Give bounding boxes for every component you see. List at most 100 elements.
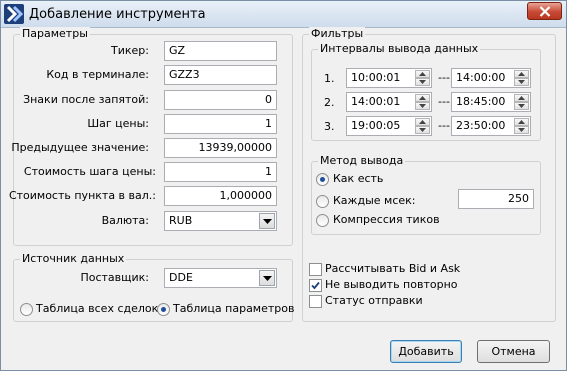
arrow-down-icon [419,80,426,84]
interval-2-to-spinner[interactable] [514,94,529,110]
spin-up-button[interactable] [514,70,529,78]
arrow-up-icon [518,96,525,100]
radio-all-trades[interactable] [20,303,33,316]
interval-3-dash: --- [438,119,450,132]
interval-3-from[interactable]: 19:00:05 [346,116,432,136]
close-icon [539,6,551,17]
close-button[interactable] [527,2,562,20]
window-title: Добавление инструмента [29,7,206,22]
radio-all-trades-label[interactable]: Таблица всех сделок [36,302,158,316]
radio-compress-label[interactable]: Компрессия тиков [333,213,440,227]
point-cost-label: Стоимость пункта в вал.: [8,189,156,202]
arrow-down-icon [419,104,426,108]
prev-value-label: Предыдущее значение: [11,141,149,154]
arrow-up-icon [419,120,426,124]
spin-up-button[interactable] [415,118,430,126]
radio-params-table-label[interactable]: Таблица параметров [173,302,294,316]
spin-up-button[interactable] [514,94,529,102]
interval-2-to-value: 18:45:00 [456,95,506,108]
no-repeat-checkbox[interactable] [309,279,322,292]
radio-compress[interactable] [316,214,329,227]
interval-3-to-spinner[interactable] [514,118,529,134]
step-cost-input[interactable]: 1 [164,162,277,182]
step-cost-label: Стоимость шага цены: [23,165,156,178]
add-button[interactable]: Добавить [390,340,462,363]
interval-3-from-value: 19:00:05 [351,119,401,132]
radio-as-is-label[interactable]: Как есть [333,172,383,186]
currency-label: Валюта: [101,214,149,227]
term-code-input[interactable]: GZZ3 [164,65,277,85]
interval-2-dash: --- [438,95,450,108]
no-repeat-label[interactable]: Не выводить повторно [325,278,458,292]
chevron-down-icon [263,219,272,224]
interval-2-from-spinner[interactable] [415,94,430,110]
dialog-window: Добавление инструмента Параметры Тикер: … [0,0,567,371]
cancel-button[interactable]: Отмена [477,340,550,363]
arrow-down-icon [518,80,525,84]
step-input[interactable]: 1 [164,114,277,134]
spin-down-button[interactable] [415,102,430,110]
radio-every-ms[interactable] [316,195,329,208]
arrow-up-icon [419,72,426,76]
ticker-input[interactable]: GZ [164,41,277,61]
spin-down-button[interactable] [514,102,529,110]
arrow-up-icon [518,72,525,76]
interval-1-to-spinner[interactable] [514,70,529,86]
interval-1-from-value: 10:00:01 [351,71,401,84]
interval-1-to-value: 14:00:00 [456,71,506,84]
send-status-checkbox[interactable] [309,295,322,308]
every-ms-input[interactable]: 250 [458,189,534,209]
checkmark-icon [311,281,320,290]
interval-1-dash: --- [438,71,450,84]
decimals-label: Знаки после запятой: [23,93,149,106]
spin-down-button[interactable] [514,78,529,86]
interval-2-from-value: 14:00:01 [351,95,401,108]
interval-3-from-spinner[interactable] [415,118,430,134]
bid-ask-checkbox[interactable] [309,263,322,276]
send-status-label[interactable]: Статус отправки [325,294,423,308]
spin-up-button[interactable] [415,70,430,78]
provider-dropdown-button[interactable] [259,270,275,286]
term-code-label: Код в терминале: [46,68,149,81]
chevron-down-icon [263,276,272,281]
currency-value: RUB [169,214,193,227]
spin-down-button[interactable] [514,126,529,134]
radio-every-ms-label[interactable]: Каждые мсек: [333,194,415,208]
intervals-group-title: Интервалы вывода данных [318,42,481,56]
provider-value: DDE [169,271,193,284]
bid-ask-label[interactable]: Рассчитывать Bid и Ask [325,262,460,276]
spin-up-button[interactable] [415,94,430,102]
interval-row-3-num: 3. [324,120,335,133]
point-cost-input[interactable]: 1,000000 [164,186,277,206]
interval-row-2-num: 2. [324,96,335,109]
decimals-input[interactable]: 0 [164,90,277,110]
filters-group-title: Фильтры [309,27,366,41]
currency-dropdown-button[interactable] [259,213,275,229]
spin-down-button[interactable] [415,126,430,134]
provider-label: Поставщик: [80,271,149,284]
title-bar[interactable]: Добавление инструмента [1,1,566,28]
radio-as-is[interactable] [316,173,329,186]
step-label: Шаг цены: [87,117,149,130]
interval-1-from[interactable]: 10:00:01 [346,68,432,88]
interval-2-from[interactable]: 14:00:01 [346,92,432,112]
currency-select[interactable]: RUB [164,211,277,231]
spin-down-button[interactable] [415,78,430,86]
prev-value-input[interactable]: 13939,00000 [164,138,277,158]
source-group-title: Источник данных [20,252,127,266]
arrow-up-icon [419,96,426,100]
radio-params-table[interactable] [157,303,170,316]
interval-1-from-spinner[interactable] [415,70,430,86]
interval-1-to[interactable]: 14:00:00 [451,68,531,88]
arrow-down-icon [419,128,426,132]
app-chevron-icon [4,4,24,24]
provider-select[interactable]: DDE [164,268,277,288]
spin-up-button[interactable] [514,118,529,126]
interval-3-to-value: 23:50:00 [456,119,506,132]
interval-2-to[interactable]: 18:45:00 [451,92,531,112]
method-group-title: Метод вывода [318,154,406,168]
interval-row-1-num: 1. [324,72,335,85]
interval-3-to[interactable]: 23:50:00 [451,116,531,136]
params-group-title: Параметры [20,27,90,41]
arrow-down-icon [518,104,525,108]
